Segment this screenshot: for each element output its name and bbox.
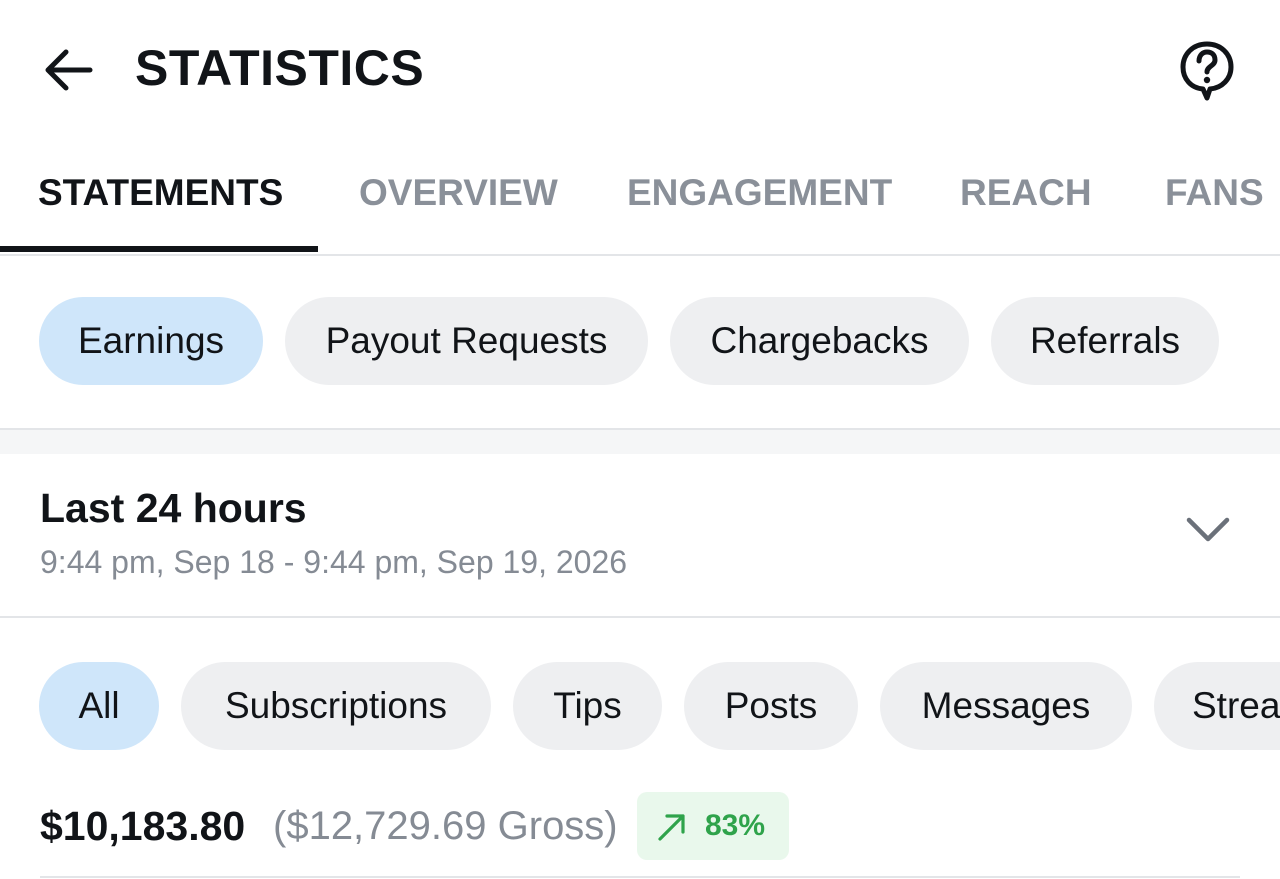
- chip-label: Earnings: [77, 320, 225, 361]
- chip-label: All: [78, 685, 120, 726]
- chip-label: Payout Requests: [325, 320, 608, 361]
- chip-label: Messages: [921, 685, 1091, 726]
- date-range-selector[interactable]: Last 24 hours 9:44 pm, Sep 18 - 9:44 pm,…: [0, 452, 1280, 618]
- chip-posts[interactable]: Posts: [684, 662, 858, 750]
- statement-type-filters: Earnings Payout Requests Chargebacks Ref…: [0, 297, 1280, 385]
- tab-overview[interactable]: OVERVIEW: [359, 168, 558, 218]
- chip-all[interactable]: All: [39, 662, 159, 750]
- summary-divider: [40, 876, 1240, 878]
- chip-label: Referrals: [1029, 320, 1181, 361]
- tab-fans[interactable]: FANS: [1165, 168, 1264, 218]
- chip-label: Chargebacks: [710, 320, 929, 361]
- back-button[interactable]: [40, 44, 96, 96]
- chip-label: Tips: [553, 685, 622, 726]
- chip-payout-requests[interactable]: Payout Requests: [285, 297, 648, 385]
- net-earnings: $10,183.80: [40, 803, 246, 849]
- chip-subscriptions[interactable]: Subscriptions: [181, 662, 491, 750]
- chip-label: Subscriptions: [224, 685, 448, 726]
- chip-referrals[interactable]: Referrals: [991, 297, 1219, 385]
- statistics-screen: STATISTICS STATEMENTS OVERVIEW ENGAGEMEN…: [0, 0, 1280, 879]
- tab-bar: STATEMENTS OVERVIEW ENGAGEMENT REACH FAN…: [0, 150, 1280, 256]
- header: STATISTICS: [0, 0, 1280, 135]
- gross-earnings: ($12,729.69 Gross): [273, 804, 618, 848]
- chevron-down-icon[interactable]: [1180, 510, 1236, 550]
- trend-up-arrow-icon: [655, 810, 689, 844]
- question-bubble-icon: [1180, 41, 1234, 101]
- tab-statements[interactable]: STATEMENTS: [38, 168, 283, 218]
- date-range-title: Last 24 hours: [40, 485, 307, 531]
- chip-tips[interactable]: Tips: [513, 662, 662, 750]
- chip-streams[interactable]: Strea: [1154, 662, 1280, 750]
- chip-label: Posts: [724, 685, 818, 726]
- earning-category-filters: All Subscriptions Tips Posts Messages St…: [0, 662, 1280, 750]
- page-title: STATISTICS: [135, 40, 425, 96]
- earnings-summary: $10,183.80 ($12,729.69 Gross) 83%: [40, 792, 1240, 860]
- tab-reach[interactable]: REACH: [960, 168, 1092, 218]
- tab-engagement[interactable]: ENGAGEMENT: [627, 168, 892, 218]
- chip-messages[interactable]: Messages: [880, 662, 1132, 750]
- trend-badge: 83%: [637, 792, 789, 860]
- section-divider: [0, 428, 1280, 454]
- chip-chargebacks[interactable]: Chargebacks: [670, 297, 969, 385]
- arrow-left-icon: [45, 49, 93, 91]
- chip-label: Strea: [1192, 685, 1280, 726]
- date-range-subtitle: 9:44 pm, Sep 18 - 9:44 pm, Sep 19, 2026: [40, 544, 628, 580]
- help-button[interactable]: [1176, 38, 1238, 104]
- active-tab-indicator: [0, 246, 318, 252]
- chip-earnings[interactable]: Earnings: [39, 297, 263, 385]
- trend-percent: 83%: [705, 809, 766, 842]
